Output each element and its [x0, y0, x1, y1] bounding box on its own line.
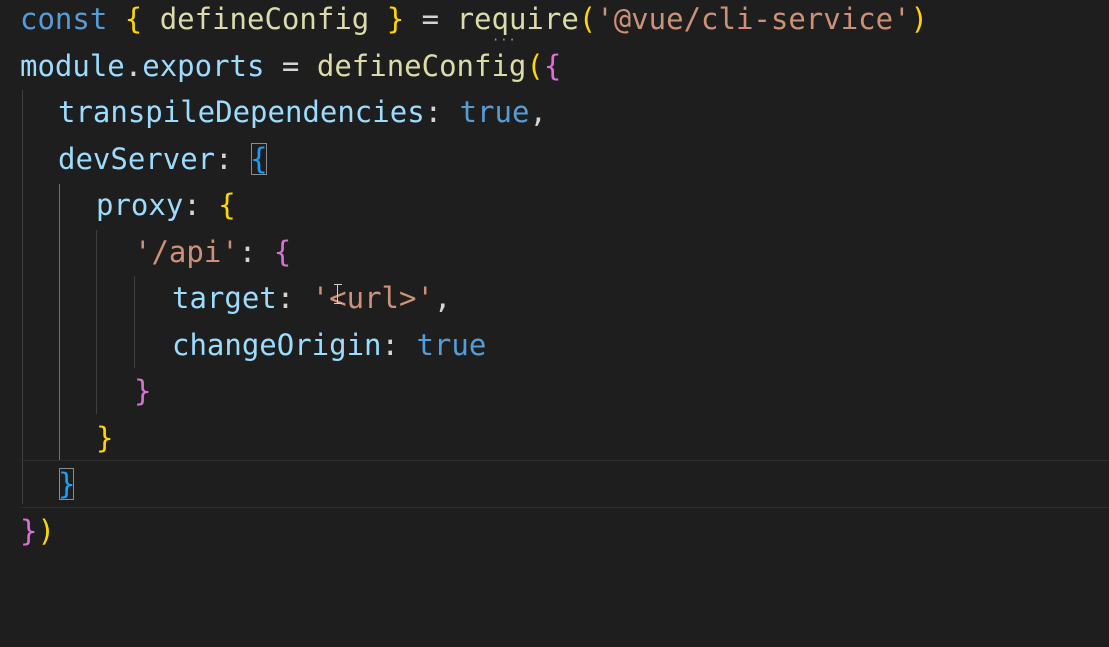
token-true: true	[416, 327, 487, 362]
token-define-config: defineConfig	[316, 48, 527, 83]
code-line-11[interactable]: }	[0, 461, 1109, 508]
token-module: module	[20, 48, 125, 83]
code-line-2[interactable]: module.exports = defineConfig({	[0, 43, 1109, 90]
token-equals: =	[421, 2, 440, 36]
code-line-7[interactable]: target: '<url>',	[0, 275, 1109, 322]
token-colon: :	[183, 188, 201, 222]
token-dot: .	[124, 48, 143, 83]
token-true: true	[459, 95, 530, 129]
code-line-5[interactable]: proxy: {	[0, 182, 1109, 229]
token-open-brace: {	[218, 188, 236, 222]
token-colon: :	[276, 281, 295, 315]
token-colon: :	[381, 327, 399, 362]
token-require: require	[456, 2, 579, 36]
token-define-config: defineConfig	[159, 2, 370, 36]
token-module-path: '@vue/cli-service'	[596, 2, 911, 36]
token-open-paren: (	[578, 2, 597, 36]
code-line-6[interactable]: '/api': {	[0, 229, 1109, 276]
token-colon: :	[238, 234, 257, 269]
code-line-3[interactable]: transpileDependencies: true,	[0, 89, 1109, 136]
code-line-4[interactable]: devServer: {	[0, 136, 1109, 183]
token-close-brace: }	[386, 2, 405, 36]
text-cursor-icon	[334, 284, 347, 304]
code-line-10[interactable]: }	[0, 415, 1109, 462]
token-comma: ,	[433, 281, 452, 315]
token-colon: :	[215, 141, 233, 176]
token-close-brace: }	[20, 513, 38, 548]
code-line-1[interactable]: const { defineConfig } = require('@vue/c…	[0, 0, 1109, 43]
code-line-9[interactable]: }	[0, 368, 1109, 415]
token-key-dev-server: devServer	[58, 141, 216, 176]
code-editor[interactable]: const { defineConfig } = require('@vue/c…	[0, 0, 1109, 573]
token-close-brace: }	[134, 374, 152, 408]
token-comma: ,	[529, 95, 547, 129]
matched-close-brace: }	[58, 467, 76, 501]
token-url-string: '<url>'	[311, 281, 434, 315]
token-close-paren: )	[910, 2, 929, 36]
token-key-target: target	[172, 281, 277, 315]
token-const: const	[20, 2, 108, 36]
token-equals: =	[281, 48, 300, 83]
token-exports: exports	[142, 48, 265, 83]
code-line-12[interactable]: })	[0, 508, 1109, 555]
matched-open-brace: {	[250, 141, 268, 176]
token-close-brace: }	[96, 420, 114, 455]
token-open-brace: {	[273, 234, 292, 269]
token-key-proxy: proxy	[96, 188, 184, 222]
token-key-change-origin: changeOrigin	[172, 327, 382, 362]
token-open-paren: (	[526, 48, 544, 83]
token-colon: :	[424, 95, 443, 129]
token-close-paren: )	[37, 513, 55, 548]
token-key-transpile-dependencies: transpileDependencies	[58, 95, 425, 129]
token-open-brace: {	[543, 48, 562, 83]
token-key-api: '/api'	[134, 234, 239, 269]
token-open-brace: {	[124, 2, 143, 36]
code-line-8[interactable]: changeOrigin: true	[0, 322, 1109, 369]
